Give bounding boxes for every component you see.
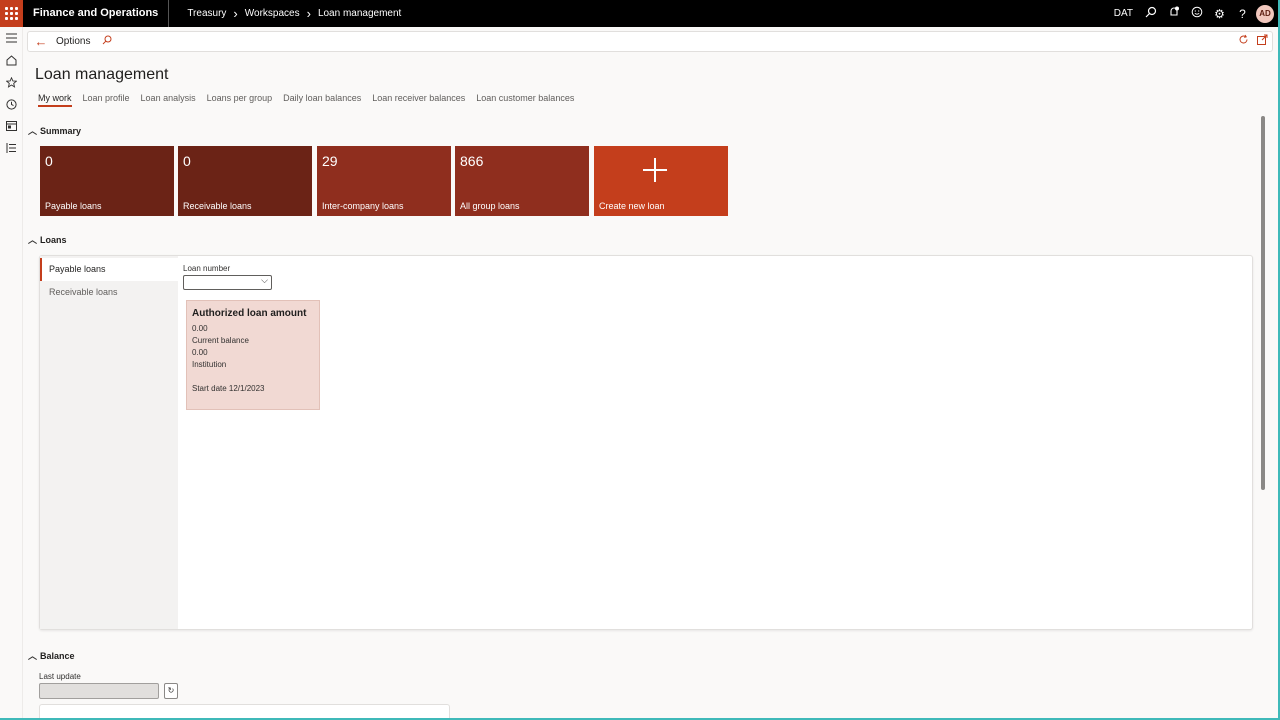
refresh-icon: ↻ (167, 686, 175, 695)
options-button[interactable]: Options (56, 36, 90, 47)
page-scrollbar[interactable] (1261, 116, 1265, 490)
refresh-balance-button[interactable]: ↻ (164, 683, 178, 699)
nav-rail (0, 27, 23, 718)
balance-card (39, 704, 450, 718)
tile-label: Create new loan (599, 201, 665, 211)
favorites-star-icon[interactable] (0, 71, 23, 93)
home-icon[interactable] (0, 49, 23, 71)
action-search-icon[interactable] (102, 35, 112, 48)
loans-vertical-tabs: Payable loans Receivable loans (40, 256, 178, 629)
chevron-down-icon: ⌵ (261, 275, 268, 285)
tile-count: 866 (460, 153, 484, 169)
avatar[interactable]: AD (1256, 4, 1274, 23)
loans-tab-payable[interactable]: Payable loans (40, 258, 178, 281)
action-pane-right-tools (1238, 34, 1268, 48)
action-pane: ← Options (27, 31, 1273, 52)
last-update-field (39, 683, 159, 699)
tile-label: Receivable loans (183, 201, 252, 211)
refresh-icon[interactable] (1238, 34, 1249, 48)
workspaces-icon[interactable] (0, 115, 23, 137)
authorized-amount-value: 0.00 (192, 324, 208, 333)
tab-daily-loan-balances[interactable]: Daily loan balances (283, 93, 361, 107)
feedback-smile-icon[interactable] (1185, 6, 1208, 21)
notifications-icon[interactable] (1162, 6, 1185, 21)
app-name[interactable]: Finance and Operations (23, 0, 170, 27)
loans-title: Loans (40, 234, 67, 245)
summary-title: Summary (40, 125, 82, 136)
chevron-up-icon: ︿ (28, 235, 38, 245)
chevron-up-icon: ︿ (28, 126, 38, 136)
last-update-label: Last update (39, 672, 81, 681)
app-launcher-icon[interactable] (0, 0, 23, 27)
modules-list-icon[interactable] (0, 137, 23, 159)
tile-count: 0 (183, 153, 191, 169)
create-new-loan-tile[interactable]: Create new loan (594, 146, 728, 216)
recent-clock-icon[interactable] (0, 93, 23, 115)
tab-loan-customer-balances[interactable]: Loan customer balances (476, 93, 574, 107)
chevron-up-icon: ︿ (28, 651, 38, 661)
tab-loans-per-group[interactable]: Loans per group (207, 93, 273, 107)
balance-title: Balance (40, 650, 75, 661)
chevron-right-icon: › (306, 6, 311, 21)
page-title: Loan management (35, 66, 169, 83)
plus-icon (643, 158, 667, 182)
company-picker[interactable]: DAT (1114, 8, 1133, 19)
search-icon[interactable] (1139, 6, 1162, 21)
tile-count: 0 (45, 153, 53, 169)
institution-label: Institution (192, 360, 227, 369)
balance-section-header[interactable]: ︿ Balance (28, 649, 75, 662)
gear-icon[interactable]: ⚙ (1208, 7, 1231, 21)
summary-section-header[interactable]: ︿ Summary (28, 124, 81, 137)
workspace-tabs: My work Loan profile Loan analysis Loans… (38, 93, 574, 107)
loans-section-header[interactable]: ︿ Loans (28, 233, 67, 246)
tile-label: All group loans (460, 201, 520, 211)
tile-count: 29 (322, 153, 338, 169)
inter-company-loans-tile[interactable]: 29 Inter-company loans (317, 146, 451, 216)
current-balance-label: Current balance (192, 336, 249, 345)
payable-loans-tile[interactable]: 0 Payable loans (40, 146, 174, 216)
breadcrumb-item[interactable]: Workspaces (245, 8, 300, 19)
top-bar: Finance and Operations Treasury › Worksp… (0, 0, 1278, 27)
chevron-right-icon: › (233, 6, 238, 21)
tile-label: Inter-company loans (322, 201, 404, 211)
loans-tab-receivable[interactable]: Receivable loans (40, 281, 178, 304)
tab-my-work[interactable]: My work (38, 93, 72, 107)
loan-card-title: Authorized loan amount (192, 308, 307, 319)
tile-label: Payable loans (45, 201, 102, 211)
hamburger-menu-icon[interactable] (0, 27, 23, 49)
tab-loan-profile[interactable]: Loan profile (83, 93, 130, 107)
current-balance-value: 0.00 (192, 348, 208, 357)
receivable-loans-tile[interactable]: 0 Receivable loans (178, 146, 312, 216)
breadcrumb: Treasury › Workspaces › Loan management (187, 6, 401, 21)
loan-card[interactable]: Authorized loan amount 0.00 Current bala… (186, 300, 320, 410)
loans-panel: Payable loans Receivable loans Loan numb… (39, 255, 1253, 630)
tab-loan-analysis[interactable]: Loan analysis (141, 93, 196, 107)
app-window: Finance and Operations Treasury › Worksp… (0, 0, 1278, 718)
all-group-loans-tile[interactable]: 866 All group loans (455, 146, 589, 216)
loan-number-dropdown[interactable]: ⌵ (183, 275, 272, 290)
open-new-window-icon[interactable] (1257, 34, 1268, 48)
top-bar-actions: DAT ⚙ ? AD (1114, 0, 1278, 27)
breadcrumb-item[interactable]: Loan management (318, 8, 401, 19)
breadcrumb-item[interactable]: Treasury (187, 8, 226, 19)
back-arrow-icon[interactable]: ← (30, 34, 52, 49)
loan-number-label: Loan number (183, 264, 231, 273)
help-icon[interactable]: ? (1231, 7, 1254, 21)
start-date: Start date 12/1/2023 (192, 384, 265, 393)
tab-loan-receiver-balances[interactable]: Loan receiver balances (372, 93, 465, 107)
